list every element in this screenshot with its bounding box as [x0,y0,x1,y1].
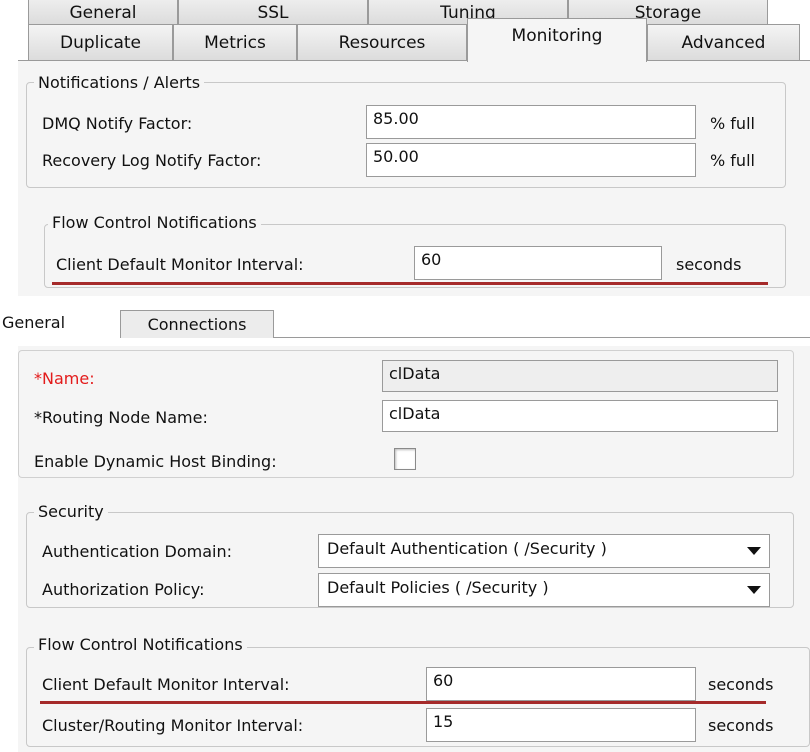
client-monitor-interval-input-top[interactable]: 60 [414,246,662,280]
client-monitor-interval-input-bottom[interactable]: 60 [426,667,696,701]
routing-node-name-input[interactable]: clData [382,400,778,432]
tab-advanced-label: Advanced [681,33,766,53]
tab-ssl[interactable]: SSL [178,0,368,24]
tab-metrics-label: Metrics [204,33,266,53]
dmq-notify-input[interactable]: 85.00 [366,105,696,139]
client-monitor-interval-unit-top: seconds [676,255,742,274]
dynamic-host-binding-label: Enable Dynamic Host Binding: [34,452,277,471]
security-group-title: Security [34,502,108,521]
cluster-routing-monitor-interval-label: Cluster/Routing Monitor Interval: [42,716,304,735]
client-monitor-interval-label-top: Client Default Monitor Interval: [56,255,304,274]
chevron-down-icon [747,547,761,555]
client-monitor-interval-unit-bottom: seconds [708,675,774,694]
recovery-log-notify-input[interactable]: 50.00 [366,143,696,177]
cluster-routing-monitor-interval-unit: seconds [708,716,774,735]
highlight-underline-bottom [40,701,766,704]
tab-ssl-label: SSL [257,3,289,23]
tab-resources[interactable]: Resources [297,24,467,60]
authentication-domain-select[interactable]: Default Authentication ( /Security ) [318,534,770,568]
tab-metrics[interactable]: Metrics [173,24,297,60]
dynamic-host-binding-checkbox[interactable] [394,448,416,470]
dmq-notify-unit: % full [710,114,755,133]
client-monitor-interval-label-bottom: Client Default Monitor Interval: [42,675,290,694]
tab-general-lower[interactable]: General [0,308,120,338]
authentication-domain-value: Default Authentication ( /Security ) [327,539,607,558]
authorization-policy-label: Authorization Policy: [42,580,205,599]
tab-duplicate-label: Duplicate [60,33,141,53]
name-field[interactable]: clData [382,360,778,392]
authorization-policy-value: Default Policies ( /Security ) [327,578,549,597]
tab-resources-label: Resources [338,33,426,53]
chevron-down-icon [747,586,761,594]
tab-monitoring-label: Monitoring [511,26,603,46]
authorization-policy-select[interactable]: Default Policies ( /Security ) [318,573,770,607]
highlight-underline-top [52,282,768,285]
recovery-log-notify-unit: % full [710,151,755,170]
recovery-log-notify-label: Recovery Log Notify Factor: [42,151,262,170]
tab-advanced[interactable]: Advanced [647,24,800,60]
dmq-notify-label: DMQ Notify Factor: [42,114,193,133]
tab-general-lower-label: General [2,313,66,332]
tab-connections-label: Connections [147,315,247,334]
tab-connections[interactable]: Connections [120,310,274,338]
tab-general[interactable]: General [28,0,178,24]
tab-duplicate[interactable]: Duplicate [28,24,173,60]
tab-general-label: General [69,3,137,23]
tab-monitoring[interactable]: Monitoring [467,18,647,62]
name-label: *Name: [34,369,95,388]
flow-control-title-top: Flow Control Notifications [48,213,261,232]
notifications-group-title: Notifications / Alerts [34,73,205,92]
lower-tab-baseline [274,337,810,338]
cluster-routing-monitor-interval-input[interactable]: 15 [426,708,696,742]
lower-tab-strip: General Connections [0,308,810,338]
routing-node-name-label: *Routing Node Name: [34,408,208,427]
flow-control-title-bottom: Flow Control Notifications [34,635,247,654]
authentication-domain-label: Authentication Domain: [42,542,233,561]
